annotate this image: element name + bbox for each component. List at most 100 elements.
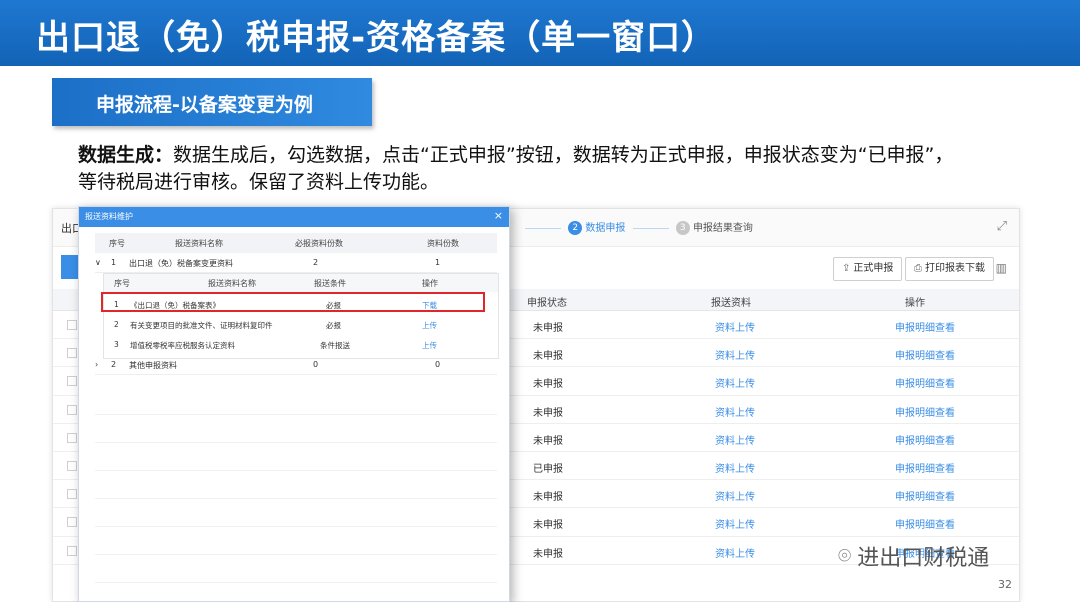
row-checkbox[interactable] <box>67 432 77 443</box>
row-status: 未申报 <box>533 548 563 560</box>
view-detail-link[interactable]: 申报明细查看 <box>895 347 955 362</box>
group-row[interactable]: ∨ 1 出口退（免）税备案变更资料 2 1 <box>95 253 497 273</box>
upload-link[interactable]: 资料上传 <box>715 460 755 475</box>
row-status: 未申报 <box>533 435 563 447</box>
col-action: 操作 <box>905 298 925 309</box>
view-detail-link[interactable]: 申报明细查看 <box>895 375 955 390</box>
description-body: 数据生成后，勾选数据，点击“正式申报”按钮，数据转为正式申报，申报状态变为“已申… <box>78 144 954 193</box>
view-detail-link[interactable]: 申报明细查看 <box>895 404 955 419</box>
group-name: 出口退（免）税备案变更资料 <box>129 259 233 268</box>
view-detail-link[interactable]: 申报明细查看 <box>895 488 955 503</box>
sub-name: 增值税零税率应税服务认定资料 <box>130 341 235 350</box>
formal-declare-label: 正式申报 <box>853 263 894 274</box>
section-tag-label: 申报流程-以备案变更为例 <box>96 94 313 116</box>
sub-seq: 2 <box>114 320 119 329</box>
view-detail-link[interactable]: 申报明细查看 <box>895 319 955 334</box>
step-3-label[interactable]: 申报结果查询 <box>693 223 753 234</box>
row-checkbox[interactable] <box>67 460 77 471</box>
view-detail-link[interactable]: 申报明细查看 <box>895 460 955 475</box>
sub-col-name: 报送资料名称 <box>208 279 256 288</box>
step-2-dot: 2 <box>568 221 583 235</box>
row-checkbox[interactable] <box>67 517 77 528</box>
upload-cloud-icon: ⇪ <box>842 263 851 274</box>
watermark-text: 进出口财税通 <box>857 546 990 571</box>
step-line <box>632 227 669 229</box>
sub-col-cond: 报送条件 <box>314 279 346 288</box>
sub-col-op: 操作 <box>422 279 438 288</box>
row-checkbox[interactable] <box>67 348 77 359</box>
description-lead: 数据生成： <box>78 144 174 166</box>
group-required: 0 <box>313 360 319 369</box>
row-status: 未申报 <box>533 520 563 532</box>
upload-link[interactable]: 上传 <box>422 320 437 331</box>
chevron-down-icon[interactable]: ∨ <box>95 258 101 267</box>
sub-name: 有关变更项目的批准文件、证明材料复印件 <box>130 321 273 330</box>
modal-header: 报送资料维护 × <box>79 207 509 227</box>
formal-declare-button[interactable]: ⇪ 正式申报 <box>833 257 903 281</box>
upload-link[interactable]: 资料上传 <box>715 488 755 503</box>
upload-link[interactable]: 资料上传 <box>715 404 755 419</box>
upload-link[interactable]: 资料上传 <box>715 375 755 390</box>
sub-row: 2 有关变更项目的批准文件、证明材料复印件 必报 上传 <box>104 316 498 336</box>
row-status: 未申报 <box>533 323 563 334</box>
step-indicator: 2 数据申报 3 申报结果查询 <box>521 219 753 235</box>
print-download-label: 打印报表下载 <box>925 263 985 274</box>
col-count: 资料份数 <box>427 239 459 248</box>
upload-link[interactable]: 资料上传 <box>715 319 755 334</box>
row-status: 已申报 <box>533 463 563 475</box>
wechat-icon: ⌾ <box>838 543 852 569</box>
expand-icon[interactable]: ⤢ <box>997 219 1007 234</box>
step-2-label[interactable]: 数据申报 <box>585 223 625 234</box>
step-3-dot: 3 <box>675 221 690 235</box>
sub-table: 序号 报送资料名称 报送条件 操作 1 《出口退（免）税备案表》 必报 下载 2… <box>103 273 499 359</box>
col-name: 报送资料名称 <box>175 239 223 248</box>
row-status: 未申报 <box>533 379 563 391</box>
sub-table-header: 序号 报送资料名称 报送条件 操作 <box>104 274 498 292</box>
page-number: 32 <box>998 578 1012 591</box>
title-banner: 出口退（免）税申报-资格备案（单一窗口） <box>0 0 1080 66</box>
step-line <box>525 227 561 229</box>
group-count: 1 <box>435 258 441 267</box>
row-checkbox[interactable] <box>67 545 77 556</box>
row-status: 未申报 <box>533 351 563 363</box>
upload-link[interactable]: 资料上传 <box>715 545 755 560</box>
modal-table-header: 序号 报送资料名称 必报资料份数 资料份数 <box>95 233 497 253</box>
sub-row: 3 增值税零税率应税服务认定资料 条件报送 上传 <box>104 336 498 356</box>
group-name: 其他申报资料 <box>129 361 177 370</box>
chevron-right-icon[interactable]: › <box>95 360 98 369</box>
upload-link[interactable]: 上传 <box>422 340 437 351</box>
row-status: 未申报 <box>533 407 563 419</box>
group-required: 2 <box>313 258 319 267</box>
watermark: ⌾ 进出口财税通 <box>838 540 989 572</box>
print-download-button[interactable]: ⎙ 打印报表下载 <box>905 257 994 281</box>
materials-modal: 报送资料维护 × 序号 报送资料名称 必报资料份数 资料份数 ∨ 1 出口退（免… <box>78 206 510 602</box>
sub-col-seq: 序号 <box>114 279 130 288</box>
slide-title: 出口退（免）税申报-资格备案（单一窗口） <box>36 18 717 58</box>
sub-seq: 3 <box>114 340 119 349</box>
columns-icon[interactable]: ▥ <box>996 261 1007 275</box>
printer-icon: ⎙ <box>914 263 922 274</box>
sub-cond: 必报 <box>326 321 341 330</box>
upload-link[interactable]: 资料上传 <box>715 432 755 447</box>
col-seq: 序号 <box>109 239 125 248</box>
upload-link[interactable]: 资料上传 <box>715 516 755 531</box>
section-tag: 申报流程-以备案变更为例 <box>52 78 372 126</box>
close-icon[interactable]: × <box>494 209 503 222</box>
empty-rows <box>95 387 497 583</box>
modal-title: 报送资料维护 <box>85 212 133 221</box>
view-detail-link[interactable]: 申报明细查看 <box>895 516 955 531</box>
group-row[interactable]: › 2 其他申报资料 0 0 <box>95 355 497 375</box>
row-checkbox[interactable] <box>67 320 77 330</box>
row-status: 未申报 <box>533 492 563 504</box>
description: 数据生成：数据生成后，勾选数据，点击“正式申报”按钮，数据转为正式申报，申报状态… <box>78 142 958 196</box>
group-seq: 2 <box>111 360 117 369</box>
col-materials: 报送资料 <box>711 298 751 309</box>
row-checkbox[interactable] <box>67 404 77 415</box>
group-count: 0 <box>435 360 441 369</box>
upload-link[interactable]: 资料上传 <box>715 347 755 362</box>
row-checkbox[interactable] <box>67 376 77 387</box>
view-detail-link[interactable]: 申报明细查看 <box>895 432 955 447</box>
group-seq: 1 <box>111 258 117 267</box>
highlight-box <box>101 292 485 312</box>
row-checkbox[interactable] <box>67 489 77 500</box>
